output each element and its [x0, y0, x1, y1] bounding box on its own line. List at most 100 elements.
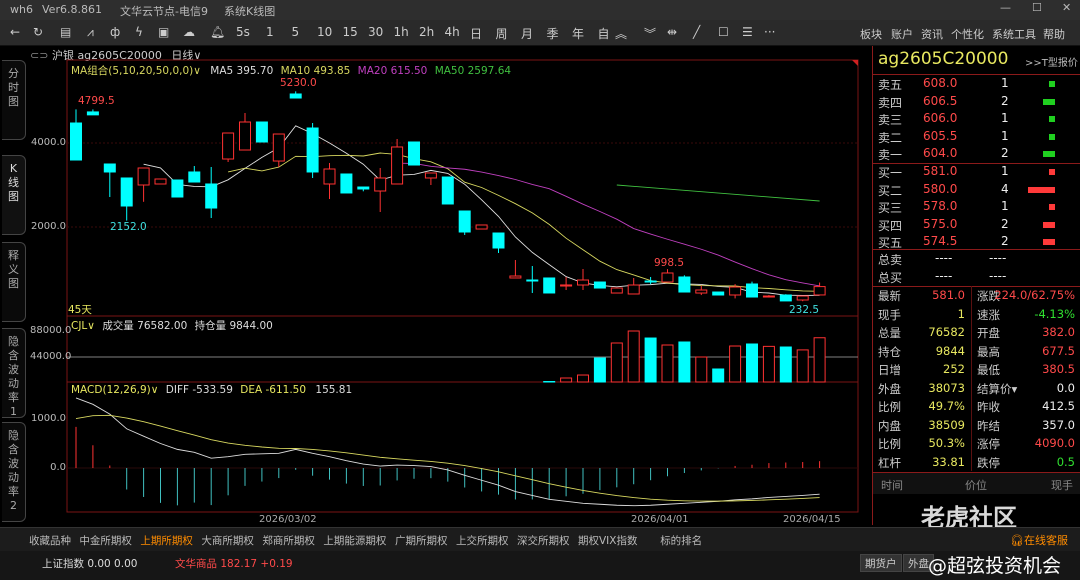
candle-body	[441, 176, 454, 205]
bid-price: 580.0	[923, 181, 958, 196]
volume-bar	[746, 343, 758, 383]
ask-label: 卖四	[878, 95, 903, 110]
stat-label: 比例	[878, 400, 901, 414]
volume-bar	[610, 342, 623, 383]
stat-label: 涨停	[977, 437, 1000, 451]
total-row: 总卖 ---- ----	[873, 250, 1080, 267]
volume-bar	[729, 345, 742, 383]
total-value: ----	[935, 251, 953, 265]
stat-label: 外盘	[878, 381, 901, 396]
bid-volume-bar	[1049, 204, 1055, 210]
ask-price: 608.0	[923, 76, 958, 90]
stat-value: 224.0/62.75%	[994, 288, 1075, 302]
bid-qty: 1	[1001, 164, 1009, 178]
ask-qty: 1	[1001, 128, 1009, 143]
stat-row: 最新 581.0 涨跌 224.0/62.75%	[873, 287, 1080, 305]
bid-qty: 1	[1001, 199, 1009, 213]
bid-row[interactable]: 买三 578.0 1	[873, 198, 1080, 215]
stat-row: 现手 1 速涨 -4.13%	[873, 306, 1080, 324]
candle-body	[289, 93, 302, 99]
volume-bar	[593, 357, 606, 383]
ask-qty: 2	[1001, 146, 1009, 160]
stat-label: 昨收	[977, 400, 1000, 414]
ma10-value: MA10 493.85	[280, 65, 351, 77]
bid-volume-bar	[1049, 169, 1055, 175]
bid-row[interactable]: 买五 574.5 2	[873, 233, 1080, 250]
candle-body	[391, 146, 404, 185]
ask-row[interactable]: 卖四 606.5 2	[873, 93, 1080, 110]
candle-body	[239, 121, 251, 151]
total-value: ----	[989, 268, 1007, 283]
candle-body	[695, 289, 708, 294]
col-price: 价位	[965, 479, 987, 492]
online-service-link[interactable]: 🎧︎在线客服	[1010, 532, 1068, 548]
ask-row[interactable]: 卖二 605.5 1	[873, 128, 1080, 145]
price-axis-label: 2000.0	[31, 221, 66, 232]
stat-label: 最新	[878, 289, 901, 303]
volume-bar	[762, 345, 775, 383]
exchange-tab[interactable]: 深交所期权	[517, 533, 570, 548]
ask-row[interactable]: 卖三 606.0 1	[873, 110, 1080, 127]
candle-body	[357, 186, 370, 190]
exchange-tab[interactable]: 上期能源期权	[323, 533, 386, 548]
exchange-tab[interactable]: 中金所期权	[79, 533, 132, 548]
volume-axis-label: 44000.0	[30, 351, 72, 362]
candle-body	[729, 286, 742, 296]
candle-body	[627, 284, 640, 295]
stat-label[interactable]: 结算价▾	[977, 381, 1017, 397]
ma50-line	[616, 184, 820, 202]
volume-bar	[813, 337, 826, 383]
stat-value: 0.0	[1056, 380, 1075, 395]
t-quote-link[interactable]: >>T型报价	[1025, 54, 1078, 69]
stat-row: 日增 252 最低 380.5	[873, 361, 1080, 379]
candle-body	[560, 284, 573, 287]
ask-price: 604.0	[923, 146, 958, 160]
stat-row: 杠杆 33.81 跌停 0.5	[873, 454, 1080, 472]
candle-body	[577, 279, 589, 286]
exchange-tab[interactable]: 广期所期权	[395, 533, 448, 548]
stat-value: 382.0	[1042, 325, 1075, 339]
stat-label: 现手	[878, 307, 901, 322]
volume-bar	[627, 330, 640, 383]
candle-body	[103, 163, 116, 173]
stat-row: 内盘 38509 昨结 357.0	[873, 417, 1080, 435]
volume-indicator-selector[interactable]: CJL∨	[71, 320, 95, 332]
exchange-tab[interactable]: 上期所期权	[140, 533, 193, 552]
ask-price: 606.0	[923, 111, 958, 125]
ask-row[interactable]: 卖一 604.0 2	[873, 145, 1080, 162]
bid-row[interactable]: 买二 580.0 4	[873, 181, 1080, 198]
candle-body	[70, 122, 82, 161]
diff-value: DIFF -533.59	[165, 384, 233, 396]
candle-body	[171, 179, 184, 198]
candle-body	[712, 291, 725, 296]
high-label: 5230.0	[280, 77, 317, 89]
exchange-tab[interactable]: 上交所期权	[456, 533, 509, 548]
bid-price: 574.5	[923, 234, 958, 248]
stat-value: 677.5	[1042, 343, 1075, 358]
bid-label: 买一	[878, 166, 903, 180]
exchange-tab[interactable]: 标的排名	[660, 533, 702, 548]
bid-row[interactable]: 买一 581.0 1	[873, 163, 1080, 180]
bid-row[interactable]: 买四 575.0 2	[873, 216, 1080, 233]
exchange-tab[interactable]: 郑商所期权	[262, 533, 315, 548]
date-label: 2026/04/15	[783, 514, 841, 525]
exchange-tab[interactable]: 期权VIX指数	[578, 533, 637, 548]
candle-body	[526, 279, 539, 282]
exchange-tab[interactable]: 收藏品种	[29, 533, 71, 548]
trades-header: 时间 价位 现手	[873, 472, 1080, 494]
exchange-tabs: 收藏品种 中金所期权 上期所期权 大商所期权 郑商所期权 上期能源期权 广期所期权 上交所期权…	[0, 527, 1080, 552]
macd-selector[interactable]: MACD(12,26,9)∨	[71, 384, 158, 396]
bid-price: 575.0	[923, 216, 958, 231]
ma-selector[interactable]: MA组合(5,10,20,50,0,0)∨	[71, 65, 201, 77]
stat-value: 76582	[928, 325, 965, 339]
bid-qty: 2	[1001, 234, 1009, 248]
ask-label: 卖五	[878, 78, 903, 92]
stat-value: 357.0	[1042, 417, 1075, 432]
stat-label: 总量	[878, 326, 901, 340]
exchange-tab[interactable]: 大商所期权	[201, 533, 254, 548]
futures-account-button[interactable]: 期货户	[860, 554, 902, 572]
stat-value: 9844	[935, 343, 965, 358]
ask-row[interactable]: 卖五 608.0 1	[873, 75, 1080, 92]
candle-body	[137, 167, 150, 186]
stat-value: 50.3%	[928, 436, 965, 450]
